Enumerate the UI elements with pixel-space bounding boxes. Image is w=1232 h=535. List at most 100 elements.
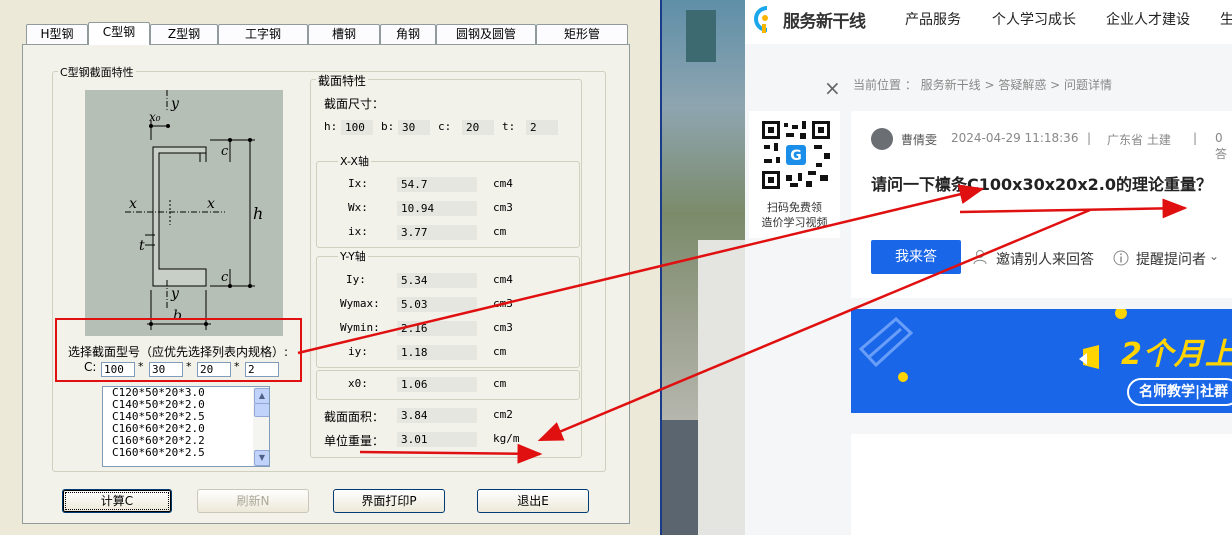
chevron-down-icon[interactable]: ⌄ bbox=[1209, 249, 1219, 263]
list-scrollbar[interactable]: ▲ ▼ bbox=[253, 387, 269, 466]
calc-dialog: H型钢 C型钢 Z型钢 工字钢 槽钢 角钢 圆钢及圆管 矩形管 C型钢截面特性 bbox=[0, 0, 660, 535]
remind-link[interactable]: 提醒提问者 bbox=[1136, 249, 1206, 269]
street-shape bbox=[662, 420, 698, 535]
label-h: h bbox=[253, 204, 264, 223]
prop-unit: cm bbox=[493, 377, 507, 390]
prop-unit: cm bbox=[493, 345, 507, 358]
group-title: C型钢截面特性 bbox=[58, 64, 136, 80]
answer-button[interactable]: 我来答 bbox=[871, 240, 961, 274]
answer-count: 0答 bbox=[1215, 131, 1228, 161]
tab-i-beam[interactable]: 工字钢 bbox=[218, 24, 308, 44]
prop-value: 1.06 bbox=[397, 377, 477, 392]
prop-value: 10.94 bbox=[397, 201, 477, 216]
label-c-top: c bbox=[221, 144, 229, 159]
meta-separator: | bbox=[1193, 131, 1198, 145]
dim-t-value: 2 bbox=[526, 120, 558, 135]
prop-unit: cm3 bbox=[493, 201, 513, 214]
logo-text[interactable]: 服务新干线 bbox=[783, 7, 866, 32]
prop-label: x0: bbox=[348, 377, 368, 390]
prop-value: 5.34 bbox=[397, 273, 477, 288]
dim-h-value: 100 bbox=[341, 120, 373, 135]
props-title: 截面特性 bbox=[316, 72, 369, 89]
yy-title: Y-Y轴 bbox=[338, 248, 368, 264]
question-title: 请问一下檩条C100x30x20x2.0的理论重量？ bbox=[871, 175, 1212, 194]
post-date: 2024-04-29 11:18:36 bbox=[951, 131, 1079, 145]
scroll-up-icon[interactable]: ▲ bbox=[254, 388, 269, 404]
qr-card: G 扫码免费领 造价学习视频 bbox=[749, 111, 840, 238]
list-item[interactable]: C160*60*20*2.5 bbox=[103, 447, 269, 459]
prop-label: Ix: bbox=[348, 177, 368, 190]
prop-value: 54.7 bbox=[397, 177, 477, 192]
dim-title: 截面尺寸： bbox=[324, 97, 385, 111]
label-t: t bbox=[139, 238, 145, 254]
weight-label: 单位重量： bbox=[324, 434, 385, 448]
prop-label: Wymin: bbox=[340, 321, 380, 334]
prop-unit: cm3 bbox=[493, 297, 513, 310]
area-label: 截面面积： bbox=[324, 410, 385, 424]
red-highlight-box bbox=[55, 318, 302, 382]
section-type-tabs: H型钢 C型钢 Z型钢 工字钢 槽钢 角钢 圆钢及圆管 矩形管 bbox=[26, 22, 628, 45]
promo-banner[interactable]: 2个月上 名师教学|社群 bbox=[851, 309, 1232, 413]
spec-list[interactable]: C120*50*20*3.0 C140*50*20*2.0 C140*50*20… bbox=[102, 386, 270, 467]
banner-headline: 2个月上 bbox=[1121, 337, 1232, 372]
label-x-left: x bbox=[129, 196, 137, 212]
wall-shape bbox=[698, 240, 745, 535]
label-y-top: y bbox=[171, 96, 179, 112]
exit-button[interactable]: 退出E bbox=[477, 489, 589, 513]
scroll-thumb[interactable] bbox=[254, 403, 269, 417]
qr-code-icon[interactable]: G bbox=[760, 119, 832, 191]
prop-unit: cm4 bbox=[493, 177, 513, 190]
top-navbar: 服务新干线 产品服务 个人学习成长 企业人才建设 生 bbox=[745, 0, 1232, 44]
tab-angle[interactable]: 角钢 bbox=[380, 24, 436, 44]
prop-label: ix: bbox=[348, 225, 368, 238]
print-button[interactable]: 界面打印P bbox=[333, 489, 445, 513]
label-c-bottom: c bbox=[221, 270, 229, 285]
tab-c-steel[interactable]: C型钢 bbox=[88, 22, 150, 45]
logo-icon[interactable] bbox=[753, 6, 775, 34]
prop-value: 3.77 bbox=[397, 225, 477, 240]
avatar[interactable] bbox=[871, 128, 893, 150]
c-section-diagram: y x₀ c h x x t c y b bbox=[85, 90, 283, 336]
weight-unit: kg/m bbox=[493, 432, 520, 445]
prop-label: Wx: bbox=[348, 201, 368, 214]
dim-c-value: 20 bbox=[462, 120, 494, 135]
qr-caption-2: 造价学习视频 bbox=[761, 216, 828, 229]
tab-z-steel[interactable]: Z型钢 bbox=[150, 24, 218, 44]
nav-item[interactable]: 个人学习成长 bbox=[992, 9, 1076, 29]
close-icon[interactable]: × bbox=[824, 78, 841, 98]
nav-item[interactable]: 生 bbox=[1220, 9, 1232, 29]
tab-channel[interactable]: 槽钢 bbox=[308, 24, 380, 44]
author-name[interactable]: 曹倩雯 bbox=[901, 131, 937, 148]
tab-rect-tube[interactable]: 矩形管 bbox=[536, 24, 628, 44]
info-icon[interactable] bbox=[1113, 250, 1129, 266]
nav-item[interactable]: 企业人才建设 bbox=[1106, 9, 1190, 29]
background-photo bbox=[662, 0, 745, 535]
prop-unit: cm3 bbox=[493, 321, 513, 334]
label-x0: x₀ bbox=[149, 110, 161, 124]
tab-round[interactable]: 圆钢及圆管 bbox=[436, 24, 536, 44]
prop-value: 5.03 bbox=[397, 297, 477, 312]
dim-b-label: b: bbox=[381, 120, 395, 133]
prop-unit: cm4 bbox=[493, 273, 513, 286]
prop-label: iy: bbox=[348, 345, 368, 358]
invite-link[interactable]: 邀请别人来回答 bbox=[996, 249, 1094, 269]
web-page: 服务新干线 产品服务 个人学习成长 企业人才建设 生 当前位置 ： 服务新干线 … bbox=[745, 0, 1232, 535]
dim-c-label: c: bbox=[438, 120, 452, 133]
refresh-button[interactable]: 刷新N bbox=[197, 489, 309, 513]
calc-button[interactable]: 计算C bbox=[62, 489, 172, 513]
scroll-down-icon[interactable]: ▼ bbox=[254, 450, 269, 466]
prop-label: Wymax: bbox=[340, 297, 380, 310]
prop-label: Iy: bbox=[346, 273, 366, 286]
nav-item[interactable]: 产品服务 bbox=[905, 9, 961, 29]
label-y-bottom: y bbox=[171, 286, 179, 302]
invite-user-icon[interactable] bbox=[973, 249, 989, 265]
dim-b-value: 30 bbox=[398, 120, 430, 135]
banner-tagline: 名师教学|社群 bbox=[1127, 378, 1232, 406]
weight-value: 3.01 bbox=[397, 432, 477, 447]
dim-t-label: t: bbox=[502, 120, 516, 133]
content-card bbox=[851, 434, 1232, 535]
svg-text:G: G bbox=[790, 148, 802, 164]
prop-value: 2.16 bbox=[397, 321, 477, 336]
building-shape bbox=[686, 10, 716, 62]
tab-h-steel[interactable]: H型钢 bbox=[26, 24, 88, 44]
